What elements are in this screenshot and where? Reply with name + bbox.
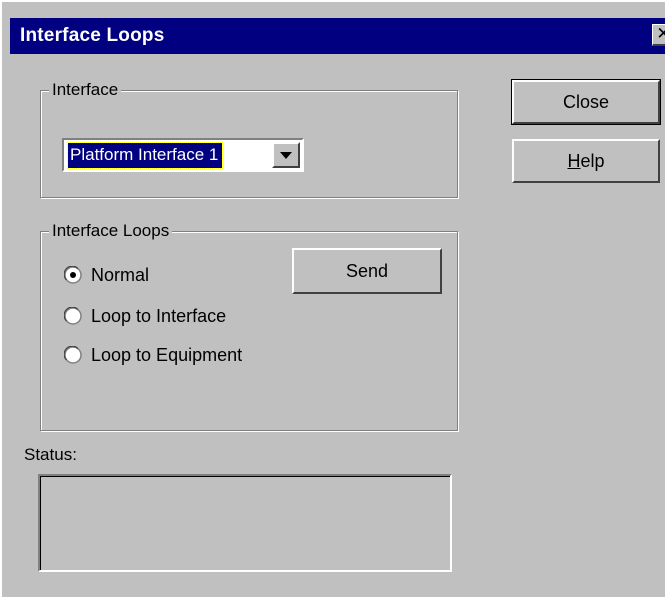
status-box [38, 474, 452, 572]
close-window-button[interactable]: ✕ [652, 24, 665, 46]
help-button-label: elp [580, 151, 605, 171]
radio-normal[interactable]: Normal [64, 263, 264, 287]
title-bar[interactable]: Interface Loops ✕ [10, 18, 665, 54]
radio-normal-label: Normal [91, 265, 150, 285]
status-label: Status: [24, 445, 77, 464]
radio-unchecked-icon [64, 346, 82, 364]
help-button[interactable]: Help [512, 139, 660, 183]
close-icon: ✕ [656, 24, 665, 43]
interface-group-label: Interface [49, 79, 122, 101]
interface-select[interactable]: Platform Interface 1 [62, 138, 304, 172]
interface-loops-group-label: Interface Loops [49, 220, 173, 242]
radio-loop-to-equipment-label: Loop to Equipment [91, 345, 243, 365]
close-button[interactable]: Close [511, 79, 661, 125]
dropdown-button[interactable] [272, 142, 300, 168]
window-title: Interface Loops [20, 25, 165, 46]
help-mnemonic: H [567, 151, 581, 171]
interface-select-value: Platform Interface 1 [66, 142, 224, 169]
radio-loop-to-equipment[interactable]: Loop to Equipment [64, 343, 294, 367]
radio-checked-icon [64, 266, 82, 284]
send-button[interactable]: Send [292, 248, 442, 294]
chevron-down-icon [280, 152, 292, 159]
radio-unchecked-icon [64, 307, 82, 325]
radio-loop-to-interface[interactable]: Loop to Interface [64, 304, 284, 328]
dialog-window: Interface Loops ✕ Interface Platform Int… [0, 0, 665, 597]
radio-loop-to-interface-label: Loop to Interface [91, 306, 227, 326]
